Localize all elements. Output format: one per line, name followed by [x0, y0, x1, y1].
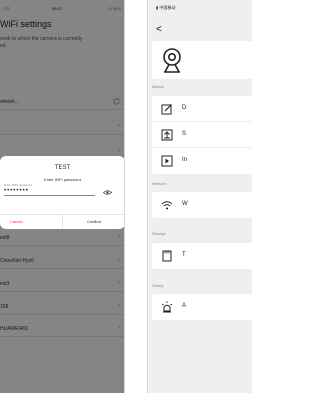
confirm-button[interactable]: Confirm: [63, 214, 124, 229]
device-header-card: [152, 41, 252, 79]
network-card: W: [152, 192, 252, 218]
settings-row-wifi[interactable]: W: [152, 192, 252, 218]
settings-row-label: D: [182, 105, 187, 111]
alarm-icon: [161, 301, 173, 313]
back-button[interactable]: <: [156, 25, 162, 35]
settings-row-label: In: [182, 157, 188, 163]
sd-card-icon: [162, 250, 172, 262]
section-title-storage: Storage: [152, 231, 167, 236]
camera-settings-screen: ▮ 中国移动 < Basics D S In Network W Storage…: [147, 0, 252, 393]
settings-row-alarm[interactable]: A: [152, 294, 252, 320]
dialog-prompt: Enter WiFi password: [44, 177, 81, 182]
status-bar: ▮ 中国移动: [156, 5, 175, 11]
upload-icon: [161, 129, 173, 141]
wifi-password-dialog: TEST Enter WiFi password Enter WiFi pass…: [0, 156, 124, 229]
signal-icon: ▮: [156, 5, 159, 10]
dialog-title: TEST: [54, 165, 71, 171]
settings-row-label: T: [182, 252, 186, 258]
settings-row-label: S: [182, 131, 187, 137]
section-title-network: Network: [152, 181, 167, 186]
storage-card: T: [152, 243, 252, 269]
settings-row-info[interactable]: In: [152, 148, 252, 174]
settings-row-label: W: [182, 201, 188, 207]
safety-card: A: [152, 294, 252, 320]
section-title-safety: Safety: [152, 283, 164, 288]
wifi-icon: [161, 201, 173, 210]
eye-icon[interactable]: [103, 189, 112, 196]
edit-icon: [161, 104, 172, 115]
carrier-text: 中国移动: [159, 5, 176, 10]
play-icon: [161, 155, 173, 167]
settings-row-share[interactable]: S: [152, 122, 252, 148]
section-title-basics: Basics: [152, 84, 164, 89]
settings-row-tf-card[interactable]: T: [152, 243, 252, 269]
settings-row-name[interactable]: D: [152, 96, 252, 122]
settings-row-label: A: [182, 303, 187, 309]
cancel-button[interactable]: Cancel: [0, 214, 62, 229]
camera-icon: [163, 48, 181, 73]
password-input[interactable]: [4, 187, 95, 196]
basics-card: D S In: [152, 96, 252, 174]
wifi-settings-screen: LTE 09:17 ◎ 98% WiFi settings work to wh…: [0, 0, 125, 393]
